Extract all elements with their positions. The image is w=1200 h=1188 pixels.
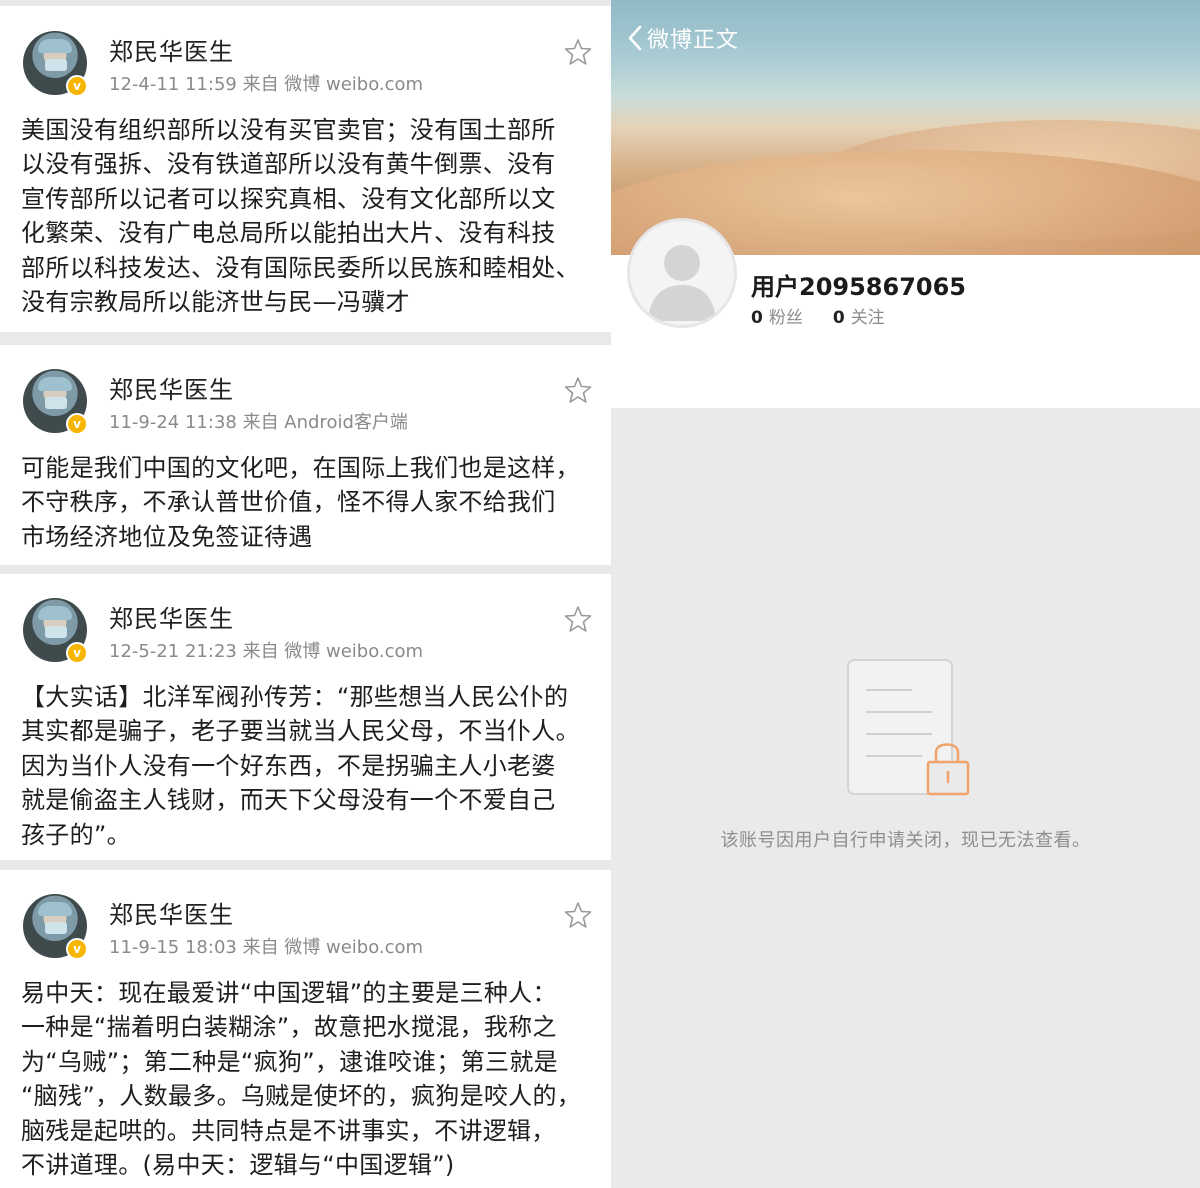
post-line: 可能是我们中国的文化吧，在国际上我们也是这样，: [21, 454, 580, 482]
post-line: 美国没有组织部所以没有买官卖官；没有国土部所: [21, 116, 556, 144]
post-card[interactable]: v 郑民华医生 11-9-15 18:03 来自 微博 weibo.com 易中…: [0, 870, 611, 1188]
post-text: 易中天：现在最爱讲“中国逻辑”的主要是三种人： 一种是“揣着明白装糊涂”，故意把…: [21, 976, 596, 1182]
post-line: 就是偷盗主人钱财，而天下父母没有一个不爱自己: [21, 786, 556, 815]
back-chevron-icon: [628, 25, 642, 51]
followers-stat[interactable]: 0 粉丝: [751, 303, 803, 328]
post-meta: 12-4-11 11:59 来自 微博 weibo.com: [109, 74, 424, 95]
post-line: 不讲道理。(易中天：逻辑与“中国逻辑”): [21, 1151, 455, 1180]
profile-card: 用户2095867065 0 粉丝 0 关注: [611, 218, 1200, 408]
post-line: 以没有强拆、没有铁道部所以没有黄牛倒票、没有: [21, 150, 556, 179]
verified-badge-icon: v: [66, 413, 88, 435]
profile-username: 用户2095867065: [751, 273, 966, 301]
author-name[interactable]: 郑民华医生: [109, 370, 234, 405]
post-card[interactable]: v 郑民华医生 12-5-21 21:23 来自 微博 weibo.com 【大…: [0, 574, 611, 860]
post-line: 因为当仆人没有一个好东西，不是拐骗主人小老婆: [21, 751, 556, 780]
profile-page: 微博正文 用户2095867065 0 粉丝 0 关注 该账号因用户自行申请关闭…: [611, 0, 1200, 1188]
document-lock-icon: [847, 659, 970, 796]
post-line: 化繁荣、没有广电总局所以能拍出大片、没有科技: [21, 219, 556, 248]
account-closed-message: 该账号因用户自行申请关闭，现已无法查看。: [720, 830, 1091, 851]
star-icon[interactable]: [564, 901, 592, 929]
post-text: 美国没有组织部所以没有买官卖官；没有国土部所 以没有强拆、没有铁道部所以没有黄牛…: [21, 113, 596, 319]
author-name[interactable]: 郑民华医生: [109, 895, 234, 930]
post-line: “脑残”，人数最多。乌贼是使坏的，疯狗是咬人的，: [21, 1082, 582, 1111]
post-line: 不守秩序，不承认普世价值，怪不得人家不给我们: [21, 488, 556, 517]
author-name[interactable]: 郑民华医生: [109, 32, 234, 67]
post-line: 为“乌贼”；第二种是“疯狗”，逮谁咬谁；第三就是: [21, 1047, 558, 1076]
post-line: 宣传部所以记者可以探究真相、没有文化部所以文: [21, 184, 556, 213]
following-label: 关注: [850, 308, 885, 328]
default-avatar-icon[interactable]: [627, 218, 737, 328]
back-button[interactable]: 微博正文: [627, 22, 739, 54]
verified-badge-icon: v: [66, 642, 88, 664]
star-icon[interactable]: [564, 376, 592, 404]
post-line: 【大实话】北洋军阀孙传芳：“那些想当人民公仆的: [21, 683, 569, 711]
post-card[interactable]: v 郑民华医生 11-9-24 11:38 来自 Android客户端 可能是我…: [0, 345, 611, 565]
post-meta: 11-9-24 11:38 来自 Android客户端: [109, 412, 408, 433]
post-card[interactable]: v 郑民华医生 12-4-11 11:59 来自 微博 weibo.com 美国…: [0, 6, 611, 332]
post-line: 部所以科技发达、没有国际民委所以民族和睦相处、: [21, 253, 580, 282]
post-line: 脑残是起哄的。共同特点是不讲事实，不讲逻辑，: [21, 1116, 556, 1145]
following-stat[interactable]: 0 关注: [833, 303, 885, 328]
post-line: 孩子的”。: [21, 820, 131, 849]
following-count: 0: [832, 308, 845, 328]
profile-stats: 0 粉丝 0 关注: [751, 303, 915, 328]
cover-image: 微博正文: [611, 0, 1200, 255]
post-line: 没有宗教局所以能济世与民—冯骥才: [21, 288, 410, 317]
back-label: 微博正文: [647, 28, 740, 53]
post-meta: 11-9-15 18:03 来自 微博 weibo.com: [109, 937, 424, 958]
post-line: 市场经济地位及免签证待遇: [21, 522, 313, 551]
post-text: 可能是我们中国的文化吧，在国际上我们也是这样， 不守秩序，不承认普世价值，怪不得…: [21, 451, 596, 554]
verified-badge-icon: v: [66, 75, 88, 97]
post-text: 【大实话】北洋军阀孙传芳：“那些想当人民公仆的 其实都是骗子，老子要当就当人民父…: [21, 680, 596, 852]
star-icon[interactable]: [564, 605, 592, 633]
followers-label: 粉丝: [768, 308, 803, 328]
verified-badge-icon: v: [66, 938, 88, 960]
star-icon[interactable]: [564, 38, 592, 66]
post-meta: 12-5-21 21:23 来自 微博 weibo.com: [109, 641, 424, 662]
post-line: 一种是“揣着明白装糊涂”，故意把水搅混，我称之: [21, 1013, 557, 1042]
post-line: 易中天：现在最爱讲“中国逻辑”的主要是三种人：: [21, 979, 557, 1007]
author-name[interactable]: 郑民华医生: [109, 599, 234, 634]
post-feed: v 郑民华医生 12-4-11 11:59 来自 微博 weibo.com 美国…: [0, 0, 611, 1188]
post-line: 其实都是骗子，老子要当就当人民父母，不当仆人。: [21, 717, 580, 746]
followers-count: 0: [751, 308, 763, 328]
